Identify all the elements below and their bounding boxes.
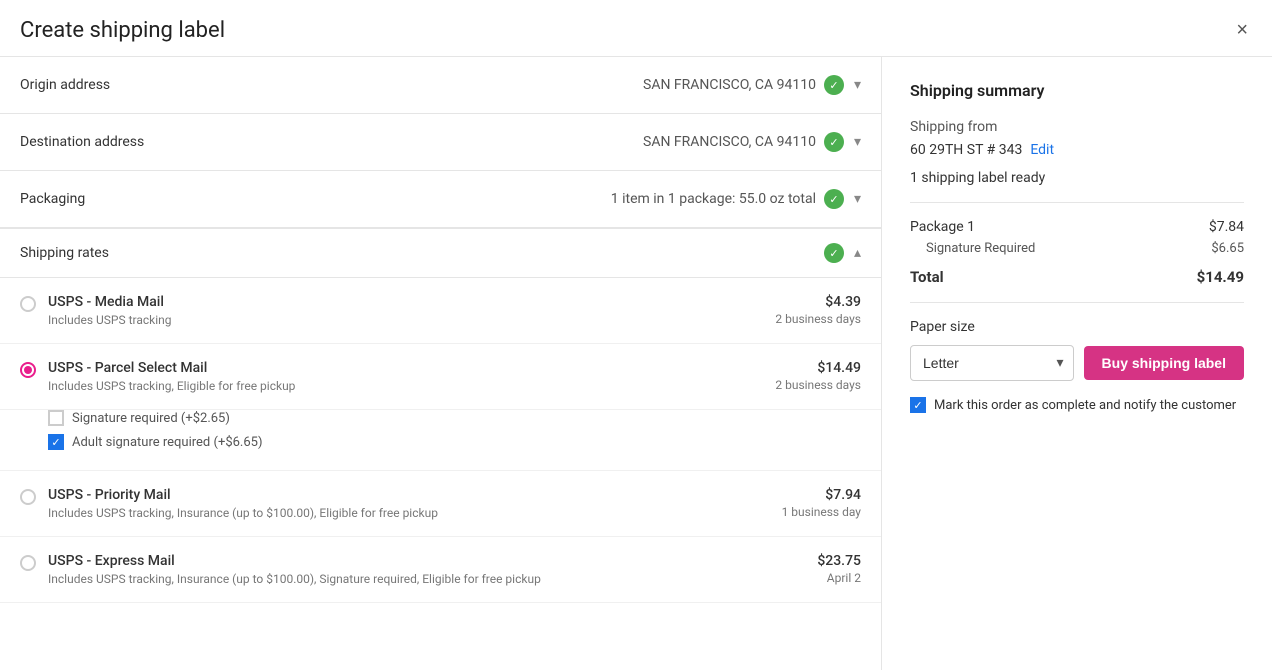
rate-info-usps-parcel: USPS - Parcel Select Mail Includes USPS … [48, 360, 775, 393]
summary-signature-row: Signature Required $6.65 [910, 241, 1244, 256]
paper-size-select-wrapper: Letter 4x6 [910, 345, 1074, 381]
destination-address-row[interactable]: Destination address SAN FRANCISCO, CA 94… [0, 114, 881, 171]
summary-signature-price: $6.65 [1211, 241, 1244, 256]
summary-from-label: Shipping from [910, 116, 1244, 138]
rate-days-usps-express: April 2 [817, 571, 861, 585]
summary-total-label: Total [910, 268, 944, 286]
right-panel: Shipping summary Shipping from 60 29TH S… [882, 57, 1272, 670]
checkbox-signature[interactable] [48, 410, 64, 426]
radio-usps-parcel[interactable] [20, 362, 36, 378]
rate-price-usps-priority: $7.94 [782, 487, 861, 503]
summary-package-price: $7.84 [1209, 219, 1244, 235]
radio-usps-media[interactable] [20, 296, 36, 312]
rate-price-block-usps-express: $23.75 April 2 [817, 553, 861, 585]
destination-label: Destination address [20, 134, 643, 150]
paper-size-row: Letter 4x6 Buy shipping label [910, 345, 1244, 381]
rate-desc-usps-priority: Includes USPS tracking, Insurance (up to… [48, 506, 782, 520]
packaging-row[interactable]: Packaging 1 item in 1 package: 55.0 oz t… [0, 171, 881, 229]
packaging-value: 1 item in 1 package: 55.0 oz total ✓ [611, 189, 844, 209]
destination-address-text: SAN FRANCISCO, CA 94110 [643, 134, 816, 150]
shipping-rates-section: Shipping rates ✓ ▴ USPS - Media Mail Inc… [0, 229, 881, 603]
rate-desc-usps-media: Includes USPS tracking [48, 313, 775, 327]
summary-divider-top [910, 202, 1244, 203]
radio-usps-priority[interactable] [20, 489, 36, 505]
rate-days-usps-parcel: 2 business days [775, 378, 861, 392]
rate-desc-usps-parcel: Includes USPS tracking, Eligible for fre… [48, 379, 775, 393]
origin-value: SAN FRANCISCO, CA 94110 ✓ [643, 75, 844, 95]
rate-name-usps-priority: USPS - Priority Mail [48, 487, 782, 503]
option-signature: Signature required (+$2.65) [48, 410, 861, 426]
paper-size-select[interactable]: Letter 4x6 [910, 345, 1074, 381]
rate-price-block-usps-priority: $7.94 1 business day [782, 487, 861, 519]
packaging-label: Packaging [20, 191, 611, 207]
destination-value: SAN FRANCISCO, CA 94110 ✓ [643, 132, 844, 152]
option-adult-signature: ✓ Adult signature required (+$6.65) [48, 434, 861, 450]
rate-name-usps-parcel: USPS - Parcel Select Mail [48, 360, 775, 376]
summary-address-line: 60 29TH ST # 343 Edit [910, 142, 1244, 158]
origin-chevron-icon: ▾ [854, 77, 861, 93]
checkbox-adult-signature[interactable]: ✓ [48, 434, 64, 450]
rate-info-usps-media: USPS - Media Mail Includes USPS tracking [48, 294, 775, 327]
origin-address-text: SAN FRANCISCO, CA 94110 [643, 77, 816, 93]
summary-total-price: $14.49 [1197, 268, 1244, 286]
packaging-verified-icon: ✓ [824, 189, 844, 209]
summary-title: Shipping summary [910, 81, 1244, 100]
rate-item-usps-express[interactable]: USPS - Express Mail Includes USPS tracki… [0, 537, 881, 603]
paper-size-label: Paper size [910, 319, 1244, 335]
rate-item-usps-priority[interactable]: USPS - Priority Mail Includes USPS track… [0, 471, 881, 537]
rate-price-block-usps-media: $4.39 2 business days [775, 294, 861, 326]
notify-checkbox[interactable]: ✓ [910, 397, 926, 413]
left-panel: Origin address SAN FRANCISCO, CA 94110 ✓… [0, 57, 882, 670]
destination-verified-icon: ✓ [824, 132, 844, 152]
summary-divider-bottom [910, 302, 1244, 303]
rate-item-usps-media[interactable]: USPS - Media Mail Includes USPS tracking… [0, 278, 881, 344]
packaging-chevron-icon: ▾ [854, 191, 861, 207]
rate-name-usps-express: USPS - Express Mail [48, 553, 817, 569]
notify-label: Mark this order as complete and notify t… [934, 398, 1236, 413]
origin-label: Origin address [20, 77, 643, 93]
origin-address-row[interactable]: Origin address SAN FRANCISCO, CA 94110 ✓… [0, 57, 881, 114]
notify-row: ✓ Mark this order as complete and notify… [910, 397, 1244, 413]
rates-chevron-icon: ▴ [854, 245, 861, 261]
rate-price-usps-express: $23.75 [817, 553, 861, 569]
rates-title: Shipping rates [20, 245, 824, 261]
rate-info-usps-priority: USPS - Priority Mail Includes USPS track… [48, 487, 782, 520]
summary-signature-label: Signature Required [926, 241, 1035, 256]
packaging-value-text: 1 item in 1 package: 55.0 oz total [611, 191, 816, 207]
buy-shipping-label-button[interactable]: Buy shipping label [1084, 346, 1244, 380]
summary-total-row: Total $14.49 [910, 268, 1244, 286]
rates-header: Shipping rates ✓ ▴ [0, 229, 881, 278]
parcel-options: Signature required (+$2.65) ✓ Adult sign… [0, 410, 881, 471]
rate-days-usps-media: 2 business days [775, 312, 861, 326]
rate-price-usps-parcel: $14.49 [775, 360, 861, 376]
rate-price-usps-media: $4.39 [775, 294, 861, 310]
rate-desc-usps-express: Includes USPS tracking, Insurance (up to… [48, 572, 817, 586]
option-adult-signature-label: Adult signature required (+$6.65) [72, 435, 263, 450]
rate-days-usps-priority: 1 business day [782, 505, 861, 519]
rates-header-right: ✓ ▴ [824, 243, 861, 263]
rate-info-usps-express: USPS - Express Mail Includes USPS tracki… [48, 553, 817, 586]
summary-edit-link[interactable]: Edit [1030, 142, 1054, 158]
destination-chevron-icon: ▾ [854, 134, 861, 150]
rate-price-block-usps-parcel: $14.49 2 business days [775, 360, 861, 392]
rates-verified-icon: ✓ [824, 243, 844, 263]
summary-package-label: Package 1 [910, 219, 975, 235]
modal-body: Origin address SAN FRANCISCO, CA 94110 ✓… [0, 57, 1272, 670]
radio-usps-express[interactable] [20, 555, 36, 571]
modal-header: Create shipping label × [0, 0, 1272, 57]
option-signature-label: Signature required (+$2.65) [72, 411, 230, 426]
rate-item-usps-parcel[interactable]: USPS - Parcel Select Mail Includes USPS … [0, 344, 881, 410]
close-button[interactable]: × [1232, 16, 1252, 44]
summary-package-row: Package 1 $7.84 [910, 219, 1244, 235]
rate-name-usps-media: USPS - Media Mail [48, 294, 775, 310]
summary-address-text: 60 29TH ST # 343 [910, 142, 1022, 158]
modal-title: Create shipping label [20, 18, 225, 43]
summary-ready-text: 1 shipping label ready [910, 170, 1244, 186]
origin-verified-icon: ✓ [824, 75, 844, 95]
